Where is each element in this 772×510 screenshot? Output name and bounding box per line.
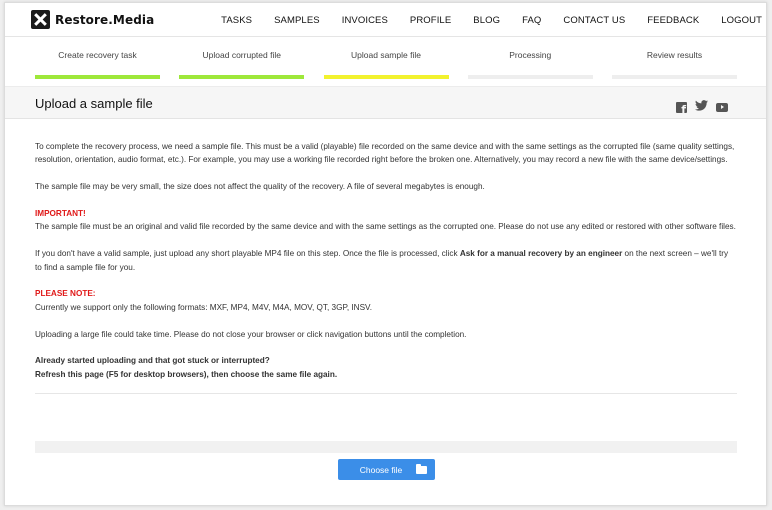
nav-contact-us[interactable]: CONTACT US (563, 15, 625, 26)
step-label: Upload corrupted file (202, 50, 281, 60)
logo[interactable]: Restore.Media (31, 10, 154, 29)
step-label: Upload sample file (351, 50, 421, 60)
stuck-line-1: Already started uploading and that got s… (35, 356, 270, 366)
upload-progress-bar (35, 441, 737, 453)
step-bar (179, 75, 305, 79)
large-file-paragraph: Uploading a large file could take time. … (35, 329, 467, 339)
nav-feedback[interactable]: FEEDBACK (647, 15, 699, 26)
no-sample-text-start: If you don't have a valid sample, just u… (35, 249, 460, 259)
header: Restore.Media TASKS SAMPLES INVOICES PRO… (5, 3, 766, 37)
step-bar (612, 75, 737, 79)
nav-tasks[interactable]: TASKS (221, 15, 252, 26)
important-text: The sample file must be an original and … (35, 222, 736, 232)
manual-recovery-phrase: Ask for a manual recovery by an engineer (459, 249, 623, 259)
step-upload-sample-file: Upload sample file (323, 49, 449, 79)
progress-steps: Create recovery task Upload corrupted fi… (35, 49, 737, 79)
nav-logout[interactable]: LOGOUT (721, 15, 762, 26)
note-block: PLEASE NOTE: Currently we support only t… (35, 287, 737, 314)
size-paragraph: The sample file may be very small, the s… (35, 182, 485, 192)
choose-file-label: Choose file (359, 464, 403, 475)
logo-icon (31, 10, 50, 29)
step-processing: Processing (467, 49, 593, 79)
intro-paragraph: To complete the recovery process, we nee… (35, 142, 735, 165)
stuck-block: Already started uploading and that got s… (35, 354, 737, 381)
folder-icon (416, 463, 427, 474)
title-band: Upload a sample file (5, 86, 766, 119)
nav-profile[interactable]: PROFILE (410, 15, 451, 26)
nav-samples[interactable]: SAMPLES (274, 15, 320, 26)
main-nav: TASKS SAMPLES INVOICES PROFILE BLOG FAQ … (221, 15, 762, 26)
nav-blog[interactable]: BLOG (473, 15, 500, 26)
step-review-results: Review results (612, 49, 737, 79)
no-sample-paragraph: If you don't have a valid sample, just u… (35, 247, 737, 274)
facebook-icon[interactable] (676, 101, 687, 115)
brand-name: Restore.Media (55, 12, 155, 27)
content-divider (35, 393, 737, 394)
twitter-icon[interactable] (695, 98, 708, 116)
page-title: Upload a sample file (35, 96, 153, 111)
step-upload-corrupted-file: Upload corrupted file (179, 49, 305, 79)
note-text: Currently we support only the following … (35, 302, 373, 312)
note-label: PLEASE NOTE: (35, 289, 96, 299)
important-block: IMPORTANT! The sample file must be an or… (35, 207, 737, 234)
step-label: Processing (509, 50, 552, 60)
nav-invoices[interactable]: INVOICES (342, 15, 388, 26)
nav-faq[interactable]: FAQ (522, 15, 541, 26)
step-label: Create recovery task (58, 50, 137, 60)
instructions: To complete the recovery process, we nee… (35, 140, 737, 395)
page-frame: Restore.Media TASKS SAMPLES INVOICES PRO… (4, 2, 767, 506)
stuck-line-2: Refresh this page (F5 for desktop browse… (35, 369, 338, 379)
step-bar (323, 75, 449, 79)
step-bar (35, 75, 160, 79)
step-create-recovery-task: Create recovery task (35, 49, 160, 79)
youtube-icon[interactable] (716, 102, 728, 112)
step-bar (467, 75, 593, 79)
step-label: Review results (646, 50, 703, 60)
social-links (668, 98, 728, 116)
choose-file-button[interactable]: Choose file (338, 459, 435, 480)
important-label: IMPORTANT! (35, 209, 86, 218)
